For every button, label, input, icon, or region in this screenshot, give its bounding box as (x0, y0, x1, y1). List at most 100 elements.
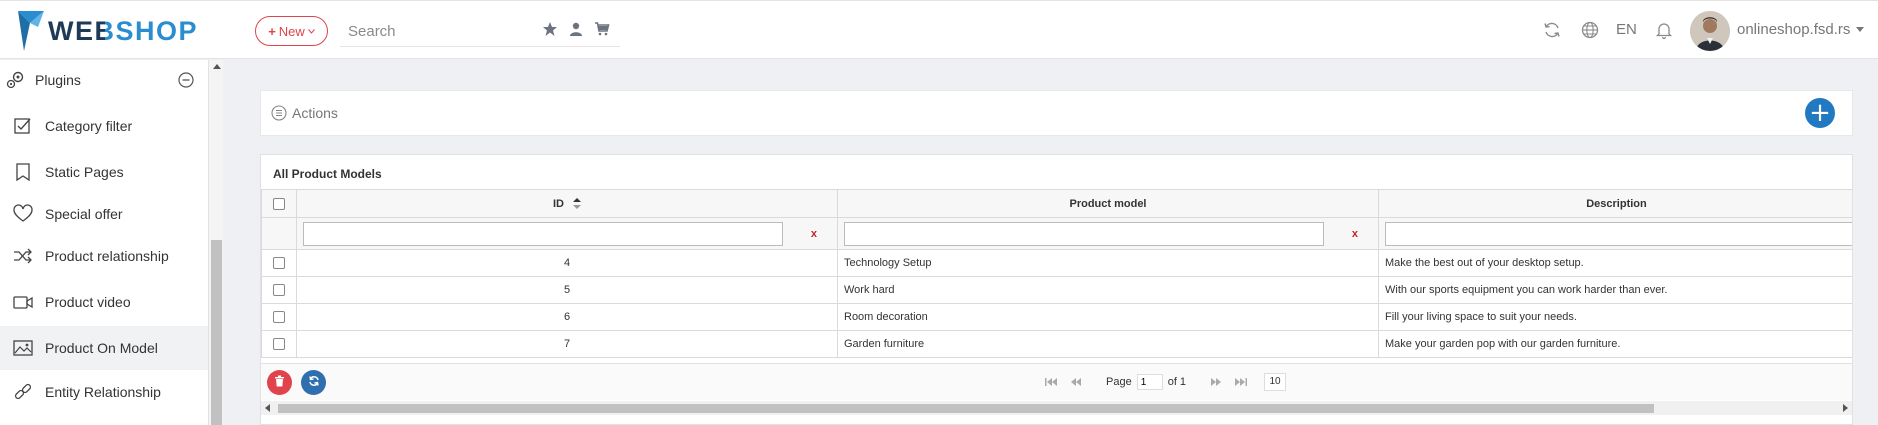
last-page-icon[interactable] (1234, 377, 1248, 387)
row-select-cell (261, 330, 297, 358)
language-selector[interactable]: EN (1616, 21, 1637, 38)
new-button[interactable]: + New (255, 16, 328, 46)
plus-icon: + (268, 23, 276, 39)
sidebar-section-plugins[interactable]: Plugins (0, 60, 208, 100)
grid-title: All Product Models (273, 167, 382, 181)
page-label: Page (1106, 376, 1132, 388)
column-header-label: Product model (1069, 197, 1147, 210)
sidebar-item-label: Product video (45, 294, 131, 310)
product-models-grid: All Product Models ID Product model Desc… (260, 154, 1853, 425)
id-filter-input[interactable] (303, 221, 783, 246)
description-cell: Fill your living space to suit your need… (1378, 303, 1852, 331)
row-checkbox[interactable] (273, 311, 285, 324)
trash-icon (275, 375, 284, 387)
chevron-down-icon (307, 28, 315, 34)
cart-icon[interactable] (594, 21, 610, 37)
webshop-logo[interactable]: WEBSHOP (18, 11, 198, 51)
sidebar-item-label: Static Pages (45, 164, 124, 180)
page-number-input[interactable] (1136, 374, 1163, 390)
product-model-cell: Work hard (837, 276, 1379, 304)
description-cell: Make your garden pop with our garden fur… (1378, 330, 1852, 358)
filter-row: x x (261, 217, 1852, 250)
scroll-left-arrow-icon[interactable] (265, 404, 270, 412)
shop-name: onlineshop.fsd.rs (1737, 21, 1851, 38)
product-model-filter-input[interactable] (844, 221, 1324, 246)
column-header-product-model[interactable]: Product model (837, 189, 1379, 218)
sidebar-item-static-pages[interactable]: Static Pages (0, 150, 208, 194)
actions-panel: Actions + (260, 90, 1853, 136)
next-page-icon[interactable] (1209, 377, 1223, 387)
search-input[interactable] (348, 21, 538, 41)
row-checkbox[interactable] (273, 284, 285, 297)
id-cell: 4 (296, 249, 838, 277)
star-icon[interactable] (542, 21, 558, 37)
row-checkbox[interactable] (273, 257, 285, 270)
filter-cell-id: x (296, 217, 838, 250)
sidebar-section-label: Plugins (35, 72, 81, 88)
data-table: ID Product model Description x x 4 Techn… (261, 189, 1852, 358)
reload-button[interactable] (301, 370, 326, 395)
sidebar-item-product-video[interactable]: Product video (0, 280, 208, 324)
column-header-id[interactable]: ID (296, 189, 838, 218)
refresh-icon[interactable] (1542, 20, 1562, 40)
page-size-select[interactable]: 10 (1264, 373, 1286, 391)
bell-icon[interactable] (1654, 20, 1674, 40)
scrollbar-thumb[interactable] (211, 240, 222, 425)
shop-selector[interactable]: onlineshop.fsd.rs (1737, 21, 1865, 38)
previous-page-icon[interactable] (1069, 377, 1083, 387)
select-all-checkbox[interactable] (273, 197, 285, 210)
select-all-cell (261, 189, 297, 218)
table-row[interactable]: 5 Work hard With our sports equipment yo… (261, 276, 1852, 304)
caret-down-icon (1856, 27, 1865, 32)
globe-icon[interactable] (1580, 20, 1600, 40)
column-header-label: Description (1586, 197, 1647, 210)
collapse-icon[interactable] (178, 72, 194, 88)
image-icon (13, 340, 33, 356)
id-cell: 6 (296, 303, 838, 331)
sidebar-scrollbar[interactable] (208, 60, 223, 425)
horizontal-scrollbar[interactable] (261, 401, 1852, 415)
row-select-cell (261, 249, 297, 277)
page-of-label: of 1 (1167, 376, 1187, 388)
sort-icon[interactable] (573, 198, 582, 210)
table-row[interactable]: 4 Technology Setup Make the best out of … (261, 249, 1852, 277)
column-header-label: ID (552, 197, 564, 210)
scroll-right-arrow-icon[interactable] (1843, 404, 1848, 412)
description-filter-input[interactable] (1385, 221, 1852, 246)
description-cell: Make the best out of your desktop setup. (1378, 249, 1852, 277)
page-indicator: Page of 1 (1106, 374, 1186, 390)
row-select-cell (261, 303, 297, 331)
avatar[interactable] (1690, 11, 1730, 51)
scroll-up-arrow-icon[interactable] (213, 64, 221, 69)
clear-product-model-filter-button[interactable]: x (1352, 228, 1358, 240)
sidebar-item-label: Product relationship (45, 248, 169, 264)
sidebar-item-label: Special offer (45, 206, 123, 222)
delete-button[interactable] (267, 370, 292, 395)
sidebar-item-special-offer[interactable]: Special offer (0, 192, 208, 236)
table-row[interactable]: 6 Room decoration Fill your living space… (261, 303, 1852, 331)
actions-header[interactable]: Actions (271, 105, 338, 121)
checkbox-edit-icon (14, 118, 31, 134)
row-checkbox[interactable] (273, 338, 285, 351)
product-model-cell: Technology Setup (837, 249, 1379, 277)
sidebar-item-product-on-model[interactable]: Product On Model (0, 326, 208, 370)
add-button[interactable]: + (1805, 98, 1835, 128)
sidebar-item-category-filter[interactable]: Category filter (0, 104, 208, 148)
first-page-icon[interactable] (1044, 377, 1058, 387)
clear-id-filter-button[interactable]: x (811, 228, 817, 240)
table-row[interactable]: 7 Garden furniture Make your garden pop … (261, 330, 1852, 358)
id-cell: 7 (296, 330, 838, 358)
user-icon[interactable] (568, 21, 584, 37)
column-header-description[interactable]: Description (1378, 189, 1852, 218)
product-model-cell: Garden furniture (837, 330, 1379, 358)
logo-mark-icon (18, 11, 44, 51)
filter-cell-empty (261, 217, 297, 250)
sidebar-item-product-relationship[interactable]: Product relationship (0, 234, 208, 278)
sidebar-item-entity-relationship[interactable]: Entity Relationship (0, 370, 208, 414)
filter-cell-product-model: x (837, 217, 1379, 250)
bookmark-icon (16, 163, 30, 182)
pagination-bar: Page of 1 10 (261, 363, 1852, 400)
logo-word: WEBSHOP (48, 15, 199, 46)
horizontal-scrollbar-thumb[interactable] (278, 404, 1654, 413)
table-header-row: ID Product model Description (261, 189, 1852, 218)
